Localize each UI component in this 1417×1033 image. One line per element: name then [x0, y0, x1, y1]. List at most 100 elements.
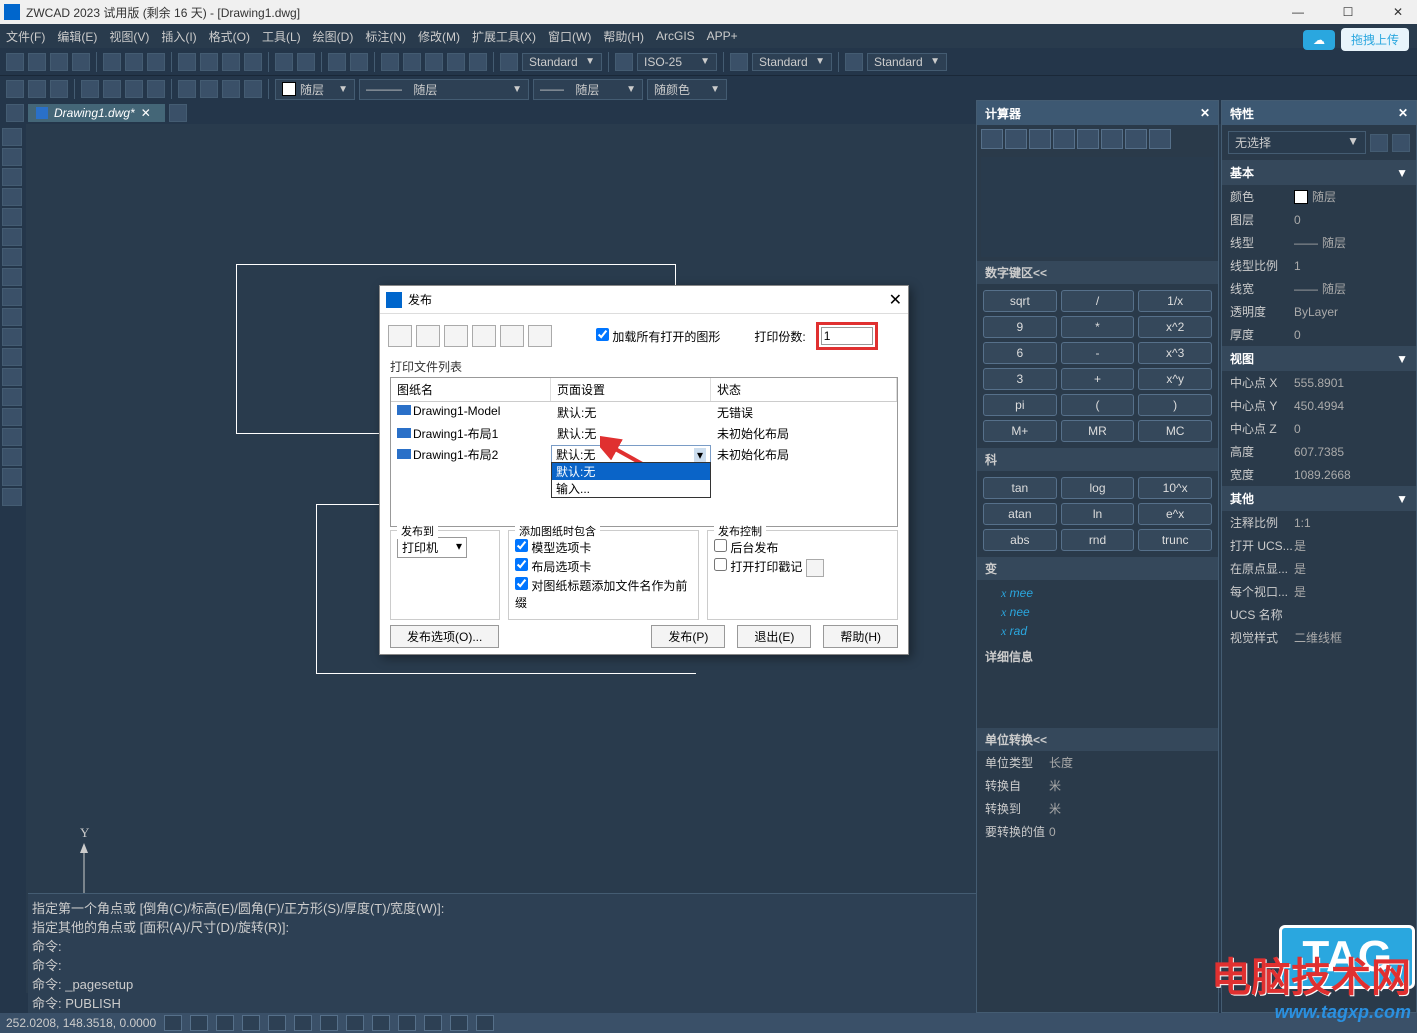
checkbox-input[interactable] [596, 328, 609, 341]
calc-var-header[interactable]: 变 [977, 557, 1218, 580]
pagesetup-combo[interactable]: 默认:无 ▾ 默认:无 输入... [551, 445, 711, 464]
calc-key-abs[interactable]: abs [983, 529, 1057, 551]
copy-icon[interactable] [200, 53, 218, 71]
th-status[interactable]: 状态 [711, 378, 897, 401]
dyn-icon[interactable] [372, 1015, 390, 1031]
table-row[interactable]: Drawing1-布局2 默认:无 ▾ 默认:无 输入... 未初始化布局 [391, 444, 897, 465]
layer-props-icon[interactable] [6, 80, 24, 98]
calc-key-rpar[interactable]: ) [1138, 394, 1212, 416]
rectangle-icon[interactable] [2, 208, 22, 226]
tablestyle-combo[interactable]: Standard▼ [867, 53, 947, 71]
calc-intersect-icon[interactable] [1125, 129, 1147, 149]
calc-var[interactable]: x mee [981, 584, 1214, 603]
calc-key-sqrt[interactable]: sqrt [983, 290, 1057, 312]
otrack-icon[interactable] [294, 1015, 312, 1031]
cloud-icon[interactable] [469, 53, 487, 71]
ortho-icon[interactable] [216, 1015, 234, 1031]
menu-express[interactable]: 扩展工具(X) [472, 28, 536, 45]
point-icon[interactable] [2, 388, 22, 406]
saveas-icon[interactable] [72, 53, 90, 71]
prop-center-x[interactable]: 中心点 X555.8901 [1222, 371, 1416, 394]
maximize-button[interactable]: ☐ [1333, 5, 1363, 19]
prop-ucs-on[interactable]: 打开 UCS...是 [1222, 534, 1416, 557]
load-list-icon[interactable] [500, 325, 524, 347]
checkbox-input[interactable] [714, 539, 727, 552]
layer-lock-icon[interactable] [125, 80, 143, 98]
snap-icon[interactable] [164, 1015, 182, 1031]
zoom-icon[interactable] [350, 53, 368, 71]
pickadd-icon[interactable] [1370, 134, 1388, 152]
th-pagesetup[interactable]: 页面设置 [551, 378, 711, 401]
menu-window[interactable]: 窗口(W) [548, 28, 591, 45]
table-row[interactable]: Drawing1-布局1 默认:无 未初始化布局 [391, 423, 897, 444]
textstyle-combo[interactable]: Standard▼ [752, 53, 832, 71]
quickselect-icon[interactable] [1392, 134, 1410, 152]
section-other[interactable]: 其他▼ [1222, 486, 1416, 511]
prop-color[interactable]: 颜色随层 [1222, 185, 1416, 208]
upload-widget[interactable]: ☁ 拖拽上传 [1303, 28, 1409, 51]
block-icon[interactable] [447, 53, 465, 71]
prop-thickness[interactable]: 厚度0 [1222, 323, 1416, 346]
close-icon[interactable]: ✕ [1200, 106, 1210, 120]
osnap-icon[interactable] [268, 1015, 286, 1031]
match-icon[interactable] [244, 53, 262, 71]
calc-key-rnd[interactable]: rnd [1061, 529, 1135, 551]
calc-clear-icon[interactable] [981, 129, 1003, 149]
calc-key-mul[interactable]: * [1061, 316, 1135, 338]
menu-view[interactable]: 视图(V) [109, 28, 149, 45]
load-all-checkbox[interactable]: 加载所有打开的图形 [596, 328, 720, 345]
th-sheetname[interactable]: 图纸名 [391, 378, 551, 401]
calc-var[interactable]: x nee [981, 603, 1214, 622]
insert-block-icon[interactable] [2, 348, 22, 366]
color-combo[interactable]: 随层▼ [275, 79, 355, 100]
calc-key-10x[interactable]: 10^x [1138, 477, 1212, 499]
new-drawing-icon[interactable] [169, 104, 187, 122]
ray-icon[interactable] [2, 148, 22, 166]
cell-page[interactable]: 默认:无 ▾ 默认:无 输入... [551, 445, 711, 464]
calc-key-6[interactable]: 6 [983, 342, 1057, 364]
gradient-icon[interactable] [2, 428, 22, 446]
prop-ucs-origin[interactable]: 在原点显...是 [1222, 557, 1416, 580]
calc-key-sub[interactable]: - [1061, 342, 1135, 364]
calc-key-cube[interactable]: x^3 [1138, 342, 1212, 364]
layer-thaw-icon[interactable] [103, 80, 121, 98]
layer-prev-icon[interactable] [244, 80, 262, 98]
calc-key-mplus[interactable]: M+ [983, 420, 1057, 442]
prop-center-z[interactable]: 中心点 Z0 [1222, 417, 1416, 440]
grid-icon[interactable] [190, 1015, 208, 1031]
prop-ucs-name[interactable]: UCS 名称 [1222, 603, 1416, 626]
menu-app[interactable]: APP+ [707, 29, 738, 43]
region-icon[interactable] [2, 448, 22, 466]
calc-sci-header[interactable]: 科 [977, 448, 1218, 471]
calc-key-ln[interactable]: ln [1061, 503, 1135, 525]
layers-icon[interactable] [425, 53, 443, 71]
move-up-icon[interactable] [444, 325, 468, 347]
background-publish-checkbox[interactable]: 后台发布 [714, 539, 891, 556]
checkbox-input[interactable] [515, 558, 528, 571]
spline-icon[interactable] [2, 288, 22, 306]
menu-tools[interactable]: 工具(L) [262, 28, 301, 45]
calc-key-sq[interactable]: x^2 [1138, 316, 1212, 338]
chevron-down-icon[interactable]: ▾ [694, 448, 706, 462]
menu-insert[interactable]: 插入(I) [161, 28, 196, 45]
line-icon[interactable] [2, 128, 22, 146]
unit-type-value[interactable]: 长度 [1049, 754, 1210, 771]
textstyle-icon[interactable] [730, 53, 748, 71]
checkbox-input[interactable] [515, 539, 528, 552]
publish-icon[interactable] [147, 53, 165, 71]
calc-key-log[interactable]: log [1061, 477, 1135, 499]
make-block-icon[interactable] [2, 368, 22, 386]
prop-ucs-per-viewport[interactable]: 每个视口...是 [1222, 580, 1416, 603]
calc-key-trunc[interactable]: trunc [1138, 529, 1212, 551]
menu-format[interactable]: 格式(O) [209, 28, 250, 45]
ellipse-icon[interactable] [2, 308, 22, 326]
calc-header[interactable]: 计算器 ✕ [977, 101, 1218, 125]
conv-val-value[interactable]: 0 [1049, 823, 1210, 840]
menu-edit[interactable]: 编辑(E) [57, 28, 97, 45]
calc-key-tan[interactable]: tan [983, 477, 1057, 499]
section-view[interactable]: 视图▼ [1222, 346, 1416, 371]
dimstyle-icon[interactable] [615, 53, 633, 71]
stamp-settings-icon[interactable] [806, 559, 824, 577]
polar-icon[interactable] [242, 1015, 260, 1031]
tablestyle-icon[interactable] [845, 53, 863, 71]
